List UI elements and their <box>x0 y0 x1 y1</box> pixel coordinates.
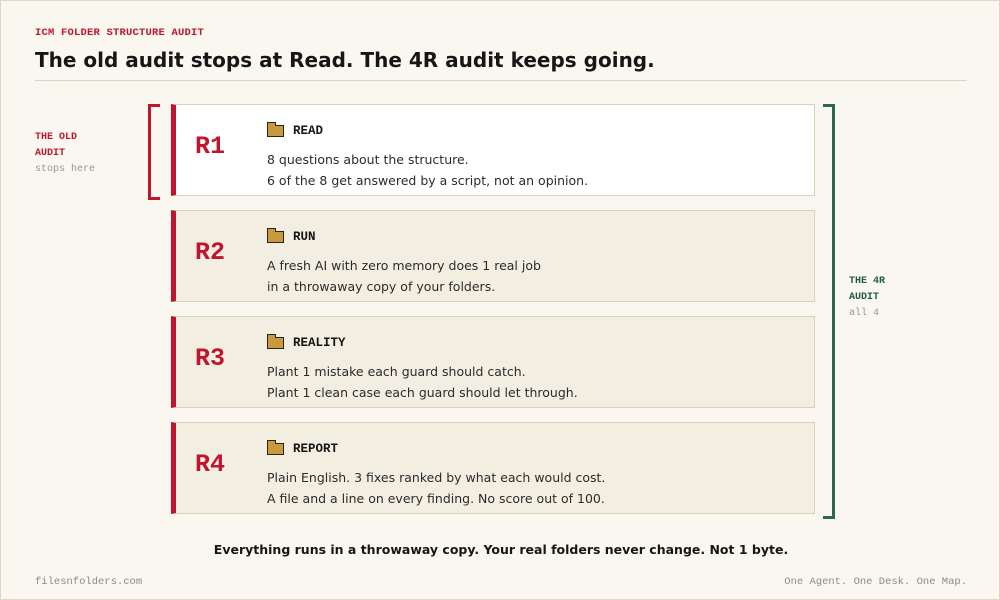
step-id: R4 <box>195 450 226 479</box>
step-card-r3: R3 REALITY Plant 1 mistake each guard sh… <box>171 316 815 408</box>
folder-icon <box>266 228 284 243</box>
step-description-line2: 6 of the 8 get answered by a script, not… <box>267 173 589 188</box>
step-id: R1 <box>195 132 226 161</box>
step-description-line1: A fresh AI with zero memory does 1 real … <box>267 258 541 273</box>
diagram-frame: ICM FOLDER STRUCTURE AUDIT The old audit… <box>0 0 1000 600</box>
old-audit-line1: THE OLD <box>35 132 78 143</box>
old-audit-line2: AUDIT <box>35 148 66 159</box>
4r-audit-label: THE 4R AUDIT all 4 <box>849 274 885 322</box>
step-description-line1: Plant 1 mistake each guard should catch. <box>267 364 526 379</box>
step-title: REALITY <box>293 336 346 350</box>
folder-icon <box>266 334 284 349</box>
step-title: RUN <box>293 230 316 244</box>
step-description-line1: 8 questions about the structure. <box>267 152 469 167</box>
4r-audit-line2: AUDIT <box>849 292 880 303</box>
old-audit-bracket <box>148 104 160 200</box>
footnote: Everything runs in a throwaway copy. You… <box>213 542 789 557</box>
tagline: One Agent. One Desk. One Map. <box>784 576 967 588</box>
step-id: R2 <box>195 238 226 267</box>
kicker-label: ICM FOLDER STRUCTURE AUDIT <box>35 27 205 39</box>
4r-audit-bracket <box>823 104 835 519</box>
step-card-r4: R4 REPORT Plain English. 3 fixes ranked … <box>171 422 815 514</box>
step-description-line2: Plant 1 clean case each guard should let… <box>267 385 578 400</box>
step-description-line1: Plain English. 3 fixes ranked by what ea… <box>267 470 606 485</box>
title-divider <box>35 80 967 81</box>
page-title: The old audit stops at Read. The 4R audi… <box>35 48 655 72</box>
site-name: filesnfolders.com <box>35 576 143 588</box>
step-title: REPORT <box>293 442 339 456</box>
4r-audit-line1: THE 4R <box>849 276 886 287</box>
folder-icon <box>266 440 284 455</box>
old-audit-label: THE OLD AUDIT stops here <box>35 130 95 178</box>
step-card-r2: R2 RUN A fresh AI with zero memory does … <box>171 210 815 302</box>
step-title: READ <box>293 124 324 138</box>
step-description-line2: A file and a line on every finding. No s… <box>267 491 605 506</box>
step-id: R3 <box>195 344 226 373</box>
step-card-r1: R1 READ 8 questions about the structure.… <box>171 104 815 196</box>
4r-audit-note: all 4 <box>849 308 880 319</box>
folder-icon <box>266 122 284 137</box>
old-audit-note: stops here <box>35 164 96 175</box>
step-description-line2: in a throwaway copy of your folders. <box>267 279 496 294</box>
